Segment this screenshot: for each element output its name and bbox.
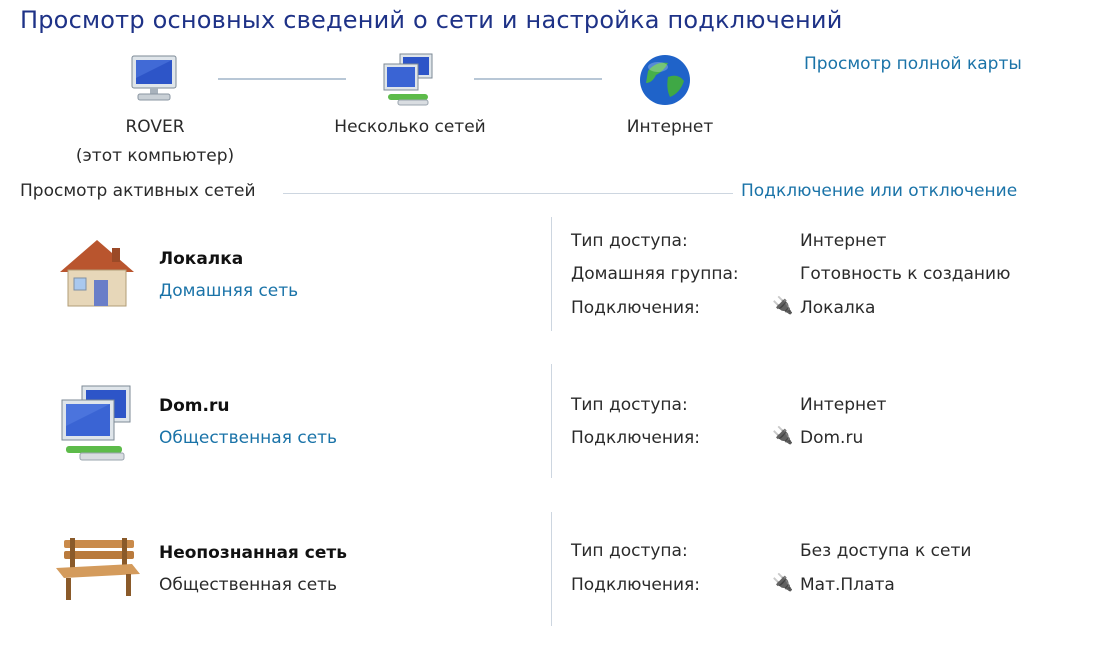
computer-subtitle: (этот компьютер) <box>75 146 235 166</box>
access-type-value: Интернет <box>800 395 887 415</box>
plug-icon: 🔌 <box>772 296 794 316</box>
access-type-value: Интернет <box>800 231 887 251</box>
home-icon <box>54 236 140 310</box>
computer-name: ROVER <box>125 117 185 137</box>
connections-label: Подключения: <box>571 428 701 448</box>
full-map-link[interactable]: Просмотр полной карты <box>804 54 1022 74</box>
active-networks-title: Просмотр активных сетей <box>20 181 256 201</box>
connection-link[interactable]: Dom.ru <box>800 428 863 448</box>
network-name-unidentified: Неопознанная сеть <box>159 543 347 563</box>
bench-icon <box>54 534 142 604</box>
public-network-icon <box>54 382 144 466</box>
plug-icon: 🔌 <box>772 573 794 593</box>
map-connector <box>218 78 346 80</box>
connection-link[interactable]: Локалка <box>800 298 875 318</box>
access-type-label: Тип доступа: <box>571 395 688 415</box>
vertical-divider <box>551 512 552 626</box>
access-type-label: Тип доступа: <box>571 541 688 561</box>
network-type: Общественная сеть <box>159 575 338 595</box>
access-type-label: Тип доступа: <box>571 231 688 251</box>
connections-label: Подключения: <box>571 298 701 318</box>
connection-link[interactable]: Мат.Плата <box>800 575 895 595</box>
vertical-divider <box>551 364 552 478</box>
connect-disconnect-link[interactable]: Подключение или отключение <box>741 181 1017 201</box>
homegroup-link[interactable]: Готовность к созданию <box>800 264 1010 284</box>
page-title: Просмотр основных сведений о сети и наст… <box>20 6 843 34</box>
network-name-lokalka: Локалка <box>159 249 244 269</box>
network-name: Несколько сетей <box>334 117 486 137</box>
map-connector <box>474 78 602 80</box>
vertical-divider <box>551 217 552 331</box>
plug-icon: 🔌 <box>772 426 794 446</box>
network-name-domru: Dom.ru <box>159 396 230 416</box>
computer-icon[interactable] <box>124 54 184 106</box>
access-type-value: Без доступа к сети <box>800 541 972 561</box>
globe-icon[interactable] <box>638 53 692 107</box>
internet-name: Интернет <box>626 117 714 137</box>
multiple-networks-icon[interactable] <box>378 52 444 108</box>
section-divider <box>283 193 733 194</box>
homegroup-label: Домашняя группа: <box>571 264 739 284</box>
connections-label: Подключения: <box>571 575 701 595</box>
network-type-link[interactable]: Общественная сеть <box>159 428 337 448</box>
network-type-link[interactable]: Домашняя сеть <box>159 281 298 301</box>
